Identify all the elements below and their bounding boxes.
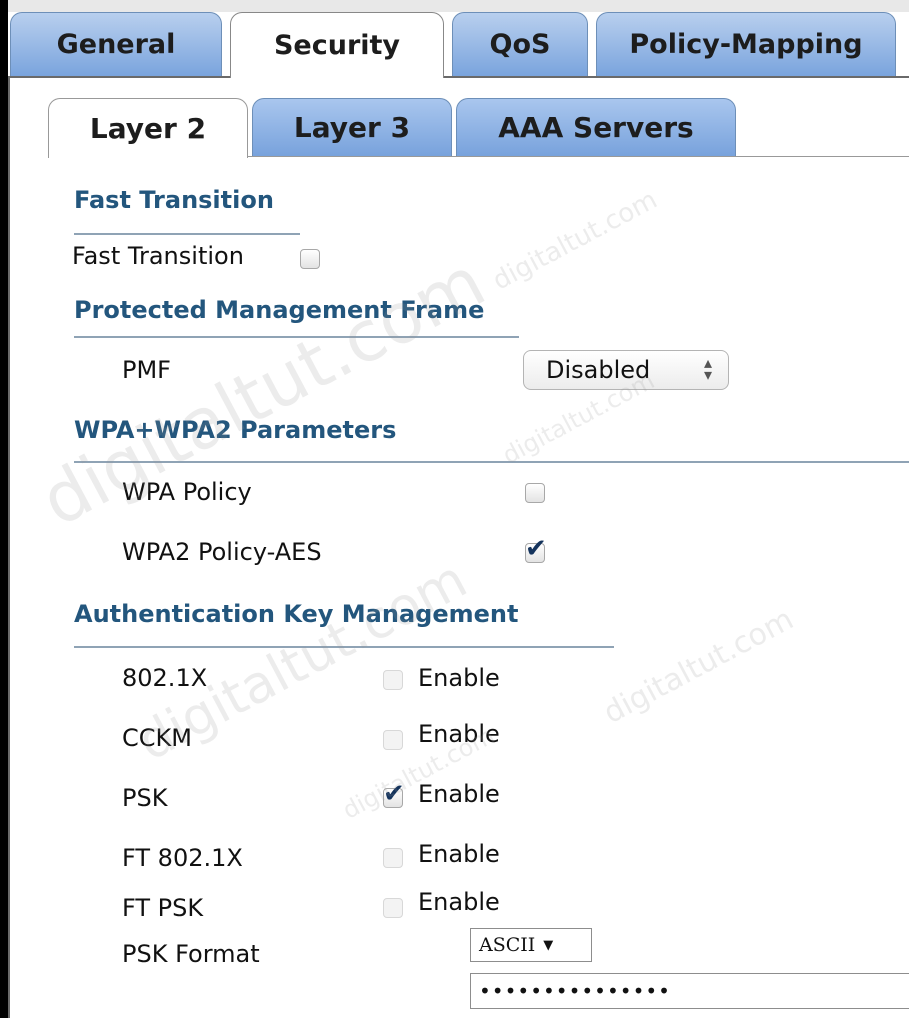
wpa2-policy-aes-label: WPA2 Policy-AES [122, 538, 322, 566]
psk-format-select[interactable]: ASCII ▼ [470, 928, 592, 962]
akm-checkbox-cckm[interactable] [383, 730, 403, 750]
section-rule [74, 646, 614, 648]
psk-password-field[interactable]: ••••••••••••••• [470, 973, 909, 1009]
section-pmf: Protected Management Frame [74, 296, 485, 324]
tab-general[interactable]: General [10, 12, 222, 76]
akm-checkbox-psk[interactable]: ✔ [383, 781, 405, 808]
section-fast-transition: Fast Transition [74, 186, 274, 214]
akm-enable-label: Enable [418, 664, 500, 692]
wpa2-policy-aes-checkbox[interactable]: ✔ [525, 536, 547, 563]
akm-label-ft-psk: FT PSK [122, 894, 204, 922]
pmf-select[interactable]: Disabled ▴ ▾ [523, 350, 729, 390]
psk-format-label: PSK Format [122, 940, 260, 968]
section-rule [74, 336, 519, 338]
pmf-select-value: Disabled [546, 356, 651, 384]
checkmark-icon: ✔ [383, 779, 405, 809]
psk-format-value: ASCII [479, 934, 536, 956]
wlan-edit-window: General Security QoS Policy-Mapping Laye… [8, 0, 909, 1018]
subtab-layer2[interactable]: Layer 2 [48, 98, 248, 158]
tab-security[interactable]: Security [230, 12, 444, 78]
akm-enable-label: Enable [418, 840, 500, 868]
akm-label-ft-8021x: FT 802.1X [122, 844, 243, 872]
wpa-policy-label: WPA Policy [122, 478, 252, 506]
fast-transition-label: Fast Transition [72, 242, 244, 270]
section-akm: Authentication Key Management [74, 600, 519, 628]
pmf-label: PMF [122, 356, 171, 384]
tab-qos[interactable]: QoS [452, 12, 588, 76]
updown-arrows-icon: ▴ ▾ [703, 353, 712, 384]
section-rule [74, 461, 909, 463]
section-rule [74, 233, 300, 235]
akm-label-psk: PSK [122, 784, 168, 812]
akm-label-8021x: 802.1X [122, 664, 208, 692]
checkmark-icon: ✔ [525, 534, 547, 564]
fast-transition-checkbox[interactable] [300, 249, 320, 269]
subtab-layer3[interactable]: Layer 3 [252, 98, 452, 156]
akm-enable-label: Enable [418, 780, 500, 808]
wpa-policy-checkbox[interactable] [525, 483, 545, 503]
akm-checkbox-8021x[interactable] [383, 670, 403, 690]
subtab-aaa-servers[interactable]: AAA Servers [456, 98, 736, 156]
akm-label-cckm: CCKM [122, 724, 192, 752]
akm-enable-label: Enable [418, 888, 500, 916]
psk-password-value: ••••••••••••••• [479, 979, 671, 1003]
tab-policy-mapping[interactable]: Policy-Mapping [596, 12, 896, 76]
window-top-strip [8, 0, 909, 12]
akm-checkbox-ft-psk[interactable] [383, 898, 403, 918]
akm-checkbox-ft-8021x[interactable] [383, 848, 403, 868]
dropdown-caret-icon: ▼ [543, 937, 554, 953]
section-wpa-wpa2: WPA+WPA2 Parameters [74, 416, 397, 444]
akm-enable-label: Enable [418, 720, 500, 748]
